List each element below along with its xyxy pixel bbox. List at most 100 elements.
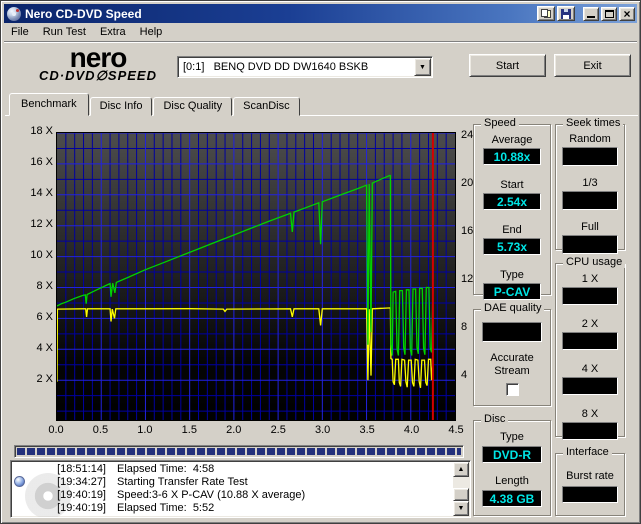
right-axis-tick-label: 16 [461,225,474,237]
x-axis-tick-label: 0.0 [48,424,64,436]
cpu_usage-label-1-x: 1 X [581,273,599,285]
right-axis-tick-label: 12 [461,273,474,285]
nero-logo: nero CD·DVD∅SPEED [18,42,178,83]
left-axis-tick-label: 2 X [36,373,53,385]
cpu-usage-group: CPU usage 1 X2 X4 X8 X [555,256,626,440]
menu-help[interactable]: Help [133,24,170,40]
left-axis-tick-label: 8 X [36,280,53,292]
x-axis-tick-label: 2.0 [226,424,242,436]
nero-logo-wordmark: nero [69,42,128,73]
dae-quality-value [482,322,542,342]
save-floppy-icon [561,8,571,19]
cpu_usage-value-8-x [562,422,618,440]
scroll-down-button[interactable]: ▼ [453,501,469,516]
log-row-time: [19:34:27] [57,476,106,488]
speed-value-end: 5.73x [483,238,541,255]
speed-value-start: 2.54x [483,193,541,210]
x-axis-tick-label: 2.5 [270,424,286,436]
dae-quality-group: DAE quality Accurate Stream [473,302,551,406]
speed-group: Speed Average 10.88x Start 2.54x End 5.73x Typ… [473,117,551,300]
tab-disc-quality[interactable]: Disc Quality [153,97,233,116]
log-rows: [18:51:14] Elapsed Time: 4:58 [19:34:27] St… [12,463,453,516]
x-axis-tick-label: 4.0 [403,424,420,436]
cpu_usage-value-4-x [562,377,618,395]
maximize-button[interactable] [601,6,617,21]
right-axis-tick-label: 8 [461,321,468,333]
disc-group: Disc Type DVD-R Length 4.38 GB [473,413,551,516]
log-row[interactable]: [19:40:19] Speed:3-6 X P-CAV (10.88 X ave… [12,489,453,502]
log-row[interactable]: [19:40:19] Elapsed Time: 5:52 [12,502,453,515]
speed-value-type: P-CAV [483,283,541,300]
log-row-text: Starting Transfer Rate Test [117,476,248,488]
nero-logo-tagline: CD·DVD∅SPEED [39,68,157,83]
seek_times-value-full [562,235,618,254]
left-axis-tick-label: 4 X [36,342,53,354]
tabstrip: Benchmark Disc Info Disc Quality ScanDisc [9,93,300,116]
left-axis-tick-label: 12 X [30,218,53,230]
speed-value-average: 10.88x [483,148,541,165]
interface-label-burst-rate: Burst rate [566,470,614,482]
seek_times-label-full: Full [581,221,599,233]
progress-bar [14,445,464,458]
tab-scandisc[interactable]: ScanDisc [233,97,300,116]
close-icon: × [623,6,631,21]
x-axis-tick-label: 3.0 [315,424,331,436]
scroll-track[interactable] [453,477,469,501]
seek-times-group: Seek times Random 1/3 Full [555,117,625,254]
maximize-icon [604,9,614,18]
disc-label-type: Type [500,431,524,443]
disc-value-length: 4.38 GB [482,490,542,507]
minimize-button[interactable] [583,6,599,21]
seek_times-label-random: Random [569,133,611,145]
accurate-stream-label: Accurate Stream [490,352,534,377]
cpu_usage-value-2-x [562,332,618,350]
scroll-up-button[interactable]: ▲ [453,462,469,477]
seek_times-label-1-3: 1/3 [582,177,598,189]
interface-group: Interface Burst rate [555,446,625,516]
benchmark-chart [56,132,456,421]
chart-canvas [57,133,455,420]
save-button[interactable] [557,6,575,21]
cpu_usage-label-2-x: 2 X [581,318,599,330]
log-row-text: Speed:3-6 X P-CAV (10.88 X average) [117,489,306,501]
log-row-time: [18:51:14] [57,463,106,475]
right-axis-tick-label: 20 [461,177,474,189]
right-axis-tick-label: 24 [461,129,474,141]
log-row[interactable]: [18:51:14] Elapsed Time: 4:58 [12,463,453,476]
menubar: File Run Test Extra Help [4,23,637,42]
menu-extra[interactable]: Extra [93,24,133,40]
left-axis-tick-label: 10 X [30,249,53,261]
right-axis-tick-label: 4 [461,369,468,381]
tab-disc-info[interactable]: Disc Info [89,97,153,116]
x-axis-tick-label: 1.5 [181,424,197,436]
tab-benchmark[interactable]: Benchmark [9,93,89,116]
start-button[interactable]: Start [469,54,546,77]
log-row[interactable]: [19:34:27] Starting Transfer Rate Test [12,476,453,489]
disc-label-length: Length [495,475,529,487]
log-row-text: Elapsed Time: 4:58 [117,463,215,475]
progress-bar-fill [17,448,461,455]
report-button[interactable] [537,6,555,21]
left-axis-tick-label: 16 X [30,156,53,168]
x-axis-tick-label: 0.5 [92,424,109,436]
drive-select-dropdown-button[interactable]: ▼ [414,58,431,76]
minimize-icon [587,16,595,18]
disc-value-type: DVD-R [482,446,542,463]
x-axis-tick-label: 4.5 [448,424,464,436]
log-listbox[interactable]: [18:51:14] Elapsed Time: 4:58 [19:34:27] St… [10,460,471,518]
close-button[interactable]: × [619,6,635,21]
seek_times-value-1-3 [562,191,618,210]
log-scrollbar[interactable]: ▲ ▼ [453,462,469,516]
speed-label-type: Type [500,269,524,281]
cpu_usage-value-1-x [562,287,618,305]
left-axis-tick-label: 6 X [36,311,53,323]
titlebar: Nero CD-DVD Speed × [4,4,637,23]
report-icon [541,9,551,18]
accurate-stream-checkbox[interactable] [505,383,519,396]
menu-file[interactable]: File [4,24,36,40]
menu-run-test[interactable]: Run Test [36,24,93,40]
cpu_usage-label-8-x: 8 X [581,408,599,420]
drive-select[interactable]: [0:1] BENQ DVD DD DW1640 BSKB ▼ [177,56,433,78]
scroll-thumb[interactable] [453,488,469,501]
exit-button[interactable]: Exit [554,54,631,77]
